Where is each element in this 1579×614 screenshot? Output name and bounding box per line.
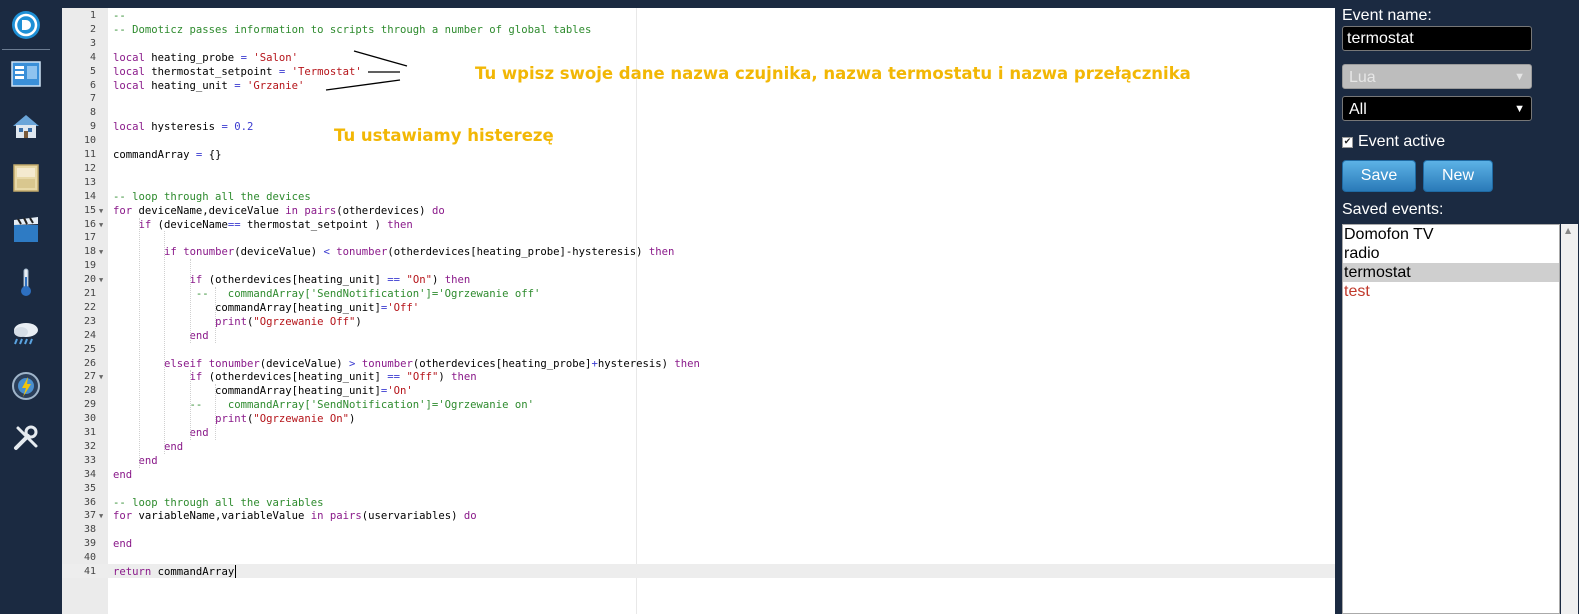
chevron-down-icon: ▼: [1514, 103, 1525, 115]
code-editor[interactable]: 1 -- 2 -- Domoticz passes information to sc…: [62, 8, 1335, 614]
filter-select[interactable]: All ▼: [1342, 96, 1532, 121]
sidebar-divider: [2, 49, 50, 50]
switches-icon[interactable]: [10, 162, 42, 194]
dashboard-icon[interactable]: [10, 58, 42, 90]
annotation-sensor-names: Tu wpisz swoje dane nazwa czujnika, nazw…: [475, 64, 1191, 83]
saved-events-list[interactable]: Domofon TV radio termostat test: [1342, 224, 1560, 614]
annotation-hysteresis: Tu ustawiamy histerezę: [334, 126, 554, 145]
saved-event-item[interactable]: radio: [1343, 244, 1559, 263]
home-icon[interactable]: [10, 110, 42, 142]
sidebar: [0, 0, 52, 614]
saved-event-item[interactable]: Domofon TV: [1343, 225, 1559, 244]
domoticz-logo-icon[interactable]: [10, 9, 42, 41]
scenes-icon[interactable]: [10, 214, 42, 246]
new-button[interactable]: New: [1423, 160, 1493, 192]
chevron-down-icon: ▼: [1514, 71, 1525, 83]
annotation-arrows: [325, 50, 408, 91]
language-select-value: Lua: [1349, 69, 1376, 86]
language-select[interactable]: Lua ▼: [1342, 64, 1532, 89]
temperature-icon[interactable]: [10, 266, 42, 298]
setup-icon[interactable]: [10, 422, 42, 454]
saved-events-scrollbar[interactable]: ▲: [1561, 224, 1578, 614]
event-active-label: Event active: [1358, 133, 1446, 150]
saved-event-item[interactable]: termostat: [1343, 263, 1559, 282]
filter-select-value: All: [1349, 101, 1367, 118]
checkmark-icon: ✔: [1343, 136, 1352, 147]
save-button[interactable]: Save: [1342, 160, 1416, 192]
saved-event-item[interactable]: test: [1343, 282, 1559, 301]
saved-events-label: Saved events:: [1342, 201, 1444, 218]
event-active-row: ✔ Event active: [1342, 133, 1445, 151]
event-name-label: Event name:: [1342, 7, 1432, 24]
utility-icon[interactable]: [10, 370, 42, 402]
event-active-checkbox[interactable]: ✔: [1342, 136, 1353, 148]
event-panel: Event name: termostat Lua ▼ All ▼ ✔ Even…: [1341, 0, 1579, 614]
weather-icon[interactable]: [10, 318, 42, 350]
scroll-up-icon[interactable]: ▲: [1565, 226, 1571, 235]
event-name-input[interactable]: termostat: [1342, 26, 1532, 51]
